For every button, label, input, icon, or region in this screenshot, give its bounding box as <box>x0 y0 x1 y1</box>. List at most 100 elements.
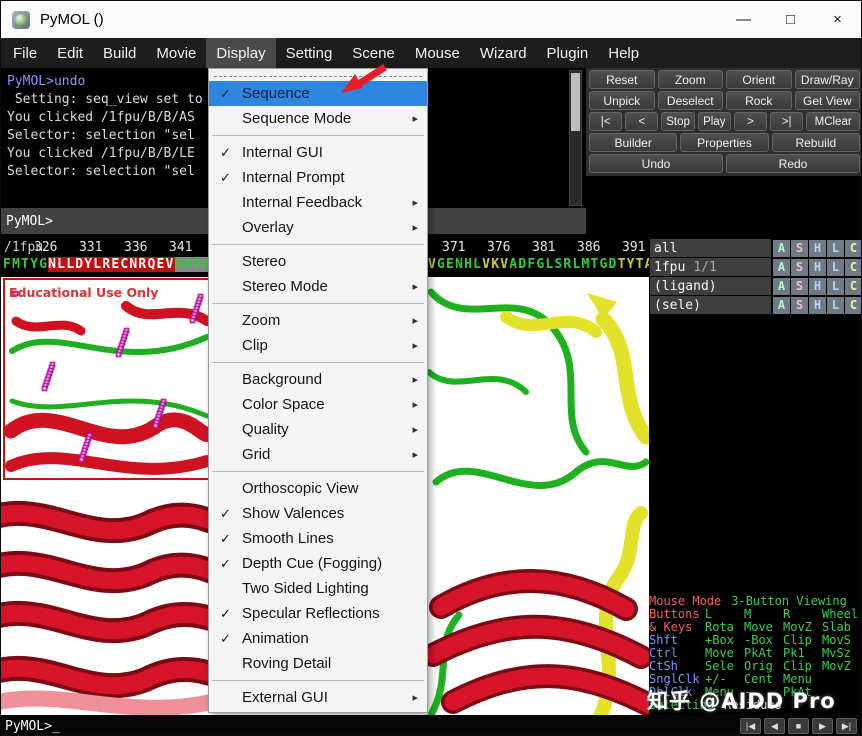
scrollbar-thumb[interactable] <box>571 73 580 131</box>
minimize-button[interactable]: — <box>720 1 767 38</box>
sequence-segment[interactable]: ADFGLSR <box>509 257 572 272</box>
object-name[interactable]: 1fpu1/1 <box>650 258 771 276</box>
play-button[interactable]: Play <box>698 112 731 131</box>
menu-item-internal-prompt[interactable]: ✓Internal Prompt <box>209 165 427 190</box>
menu-item-two-sided-lighting[interactable]: Two Sided Lighting <box>209 576 427 601</box>
draw-ray-button[interactable]: Draw/Ray <box>795 70 861 89</box>
vcr-prev-button[interactable]: ◀ <box>764 718 785 734</box>
h-menu-button[interactable]: H <box>809 240 826 257</box>
l-menu-button[interactable]: L <box>827 297 844 314</box>
c-menu-button[interactable]: C <box>845 240 862 257</box>
menu-item-sequence-mode[interactable]: Sequence Mode▸ <box>209 106 427 131</box>
builder-button[interactable]: Builder <box>589 133 677 152</box>
r2b5-button[interactable]: >| <box>770 112 803 131</box>
l-menu-button[interactable]: L <box>827 240 844 257</box>
menu-item-clip[interactable]: Clip▸ <box>209 333 427 358</box>
console-scrollbar[interactable] <box>569 70 582 206</box>
properties-button[interactable]: Properties <box>680 133 768 152</box>
c-menu-button[interactable]: C <box>845 278 862 295</box>
get-view-button[interactable]: Get View <box>795 91 861 110</box>
r2b4-button[interactable]: > <box>734 112 767 131</box>
rock-button[interactable]: Rock <box>726 91 792 110</box>
a-menu-button[interactable]: A <box>773 259 790 276</box>
zoom-button[interactable]: Zoom <box>658 70 724 89</box>
menu-item-overlay[interactable]: Overlay▸ <box>209 215 427 240</box>
unpick-button[interactable]: Unpick <box>589 91 655 110</box>
menu-file[interactable]: File <box>3 38 47 68</box>
menu-setting[interactable]: Setting <box>276 38 343 68</box>
r2b1-button[interactable]: < <box>625 112 658 131</box>
menu-item-depth-cue-fogging[interactable]: ✓Depth Cue (Fogging) <box>209 551 427 576</box>
sequence-segment[interactable]: VKV <box>482 257 509 272</box>
menu-scene[interactable]: Scene <box>342 38 405 68</box>
orient-button[interactable]: Orient <box>726 70 792 89</box>
menu-mouse[interactable]: Mouse <box>405 38 470 68</box>
vcr-stop-button[interactable]: ■ <box>788 718 809 734</box>
close-button[interactable]: × <box>814 1 861 38</box>
vcr-first-button[interactable]: |◀ <box>740 718 761 734</box>
menu-item-animation[interactable]: ✓Animation <box>209 626 427 651</box>
rebuild-button[interactable]: Rebuild <box>772 133 860 152</box>
sequence-segment[interactable]: NLLDYLREC <box>48 257 129 272</box>
stop-button[interactable]: Stop <box>661 112 694 131</box>
r2b0-button[interactable]: |< <box>589 112 622 131</box>
menu-item-orthoscopic-view[interactable]: Orthoscopic View <box>209 476 427 501</box>
undo-button[interactable]: Undo <box>589 154 723 173</box>
a-menu-button[interactable]: A <box>773 297 790 314</box>
sequence-segment[interactable]: FMTYG <box>3 257 48 272</box>
a-menu-button[interactable]: A <box>773 240 790 257</box>
h-menu-button[interactable]: H <box>809 297 826 314</box>
menu-wizard[interactable]: Wizard <box>470 38 537 68</box>
menu-item-stereo[interactable]: Stereo <box>209 249 427 274</box>
mclear-button[interactable]: MClear <box>806 112 860 131</box>
sequence-segment[interactable]: LMTGD <box>572 257 617 272</box>
menu-item-external-gui[interactable]: External GUI▸ <box>209 685 427 710</box>
s-menu-button[interactable]: S <box>791 297 808 314</box>
menu-item-show-valences[interactable]: ✓Show Valences <box>209 501 427 526</box>
menu-item-quality[interactable]: Quality▸ <box>209 417 427 442</box>
menu-item-smooth-lines[interactable]: ✓Smooth Lines <box>209 526 427 551</box>
menu-build[interactable]: Build <box>93 38 146 68</box>
sequence-segment[interactable]: V <box>428 257 437 272</box>
object-name[interactable]: (ligand) <box>650 277 771 295</box>
menu-item-internal-gui[interactable]: ✓Internal GUI <box>209 140 427 165</box>
bottom-command-prompt[interactable]: PyMOL>_ <box>5 719 60 734</box>
h-menu-button[interactable]: H <box>809 259 826 276</box>
menu-tearoff[interactable] <box>214 76 422 77</box>
reset-button[interactable]: Reset <box>589 70 655 89</box>
sequence-segment[interactable]: TYTA <box>618 257 649 272</box>
menu-movie[interactable]: Movie <box>146 38 206 68</box>
menu-item-grid[interactable]: Grid▸ <box>209 442 427 467</box>
vcr-last-button[interactable]: ▶| <box>836 718 857 734</box>
s-menu-button[interactable]: S <box>791 240 808 257</box>
object-name[interactable]: all <box>650 239 771 257</box>
object-name[interactable]: (sele) <box>650 296 771 314</box>
sequence-segment[interactable]: NRQEV <box>129 257 174 272</box>
a-menu-button[interactable]: A <box>773 278 790 295</box>
sequence-segment[interactable]: SAVV <box>175 257 211 272</box>
menu-item-zoom[interactable]: Zoom▸ <box>209 308 427 333</box>
s-menu-button[interactable]: S <box>791 259 808 276</box>
deselect-button[interactable]: Deselect <box>658 91 724 110</box>
sequence-segment[interactable]: GENHL <box>437 257 482 272</box>
menu-item-internal-feedback[interactable]: Internal Feedback▸ <box>209 190 427 215</box>
c-menu-button[interactable]: C <box>845 259 862 276</box>
vcr-next-button[interactable]: ▶ <box>812 718 833 734</box>
menu-display[interactable]: Display <box>206 38 275 68</box>
h-menu-button[interactable]: H <box>809 278 826 295</box>
menu-item-stereo-mode[interactable]: Stereo Mode▸ <box>209 274 427 299</box>
menu-item-specular-reflections[interactable]: ✓Specular Reflections <box>209 601 427 626</box>
redo-button[interactable]: Redo <box>726 154 860 173</box>
l-menu-button[interactable]: L <box>827 259 844 276</box>
c-menu-button[interactable]: C <box>845 297 862 314</box>
menu-item-color-space[interactable]: Color Space▸ <box>209 392 427 417</box>
menu-help[interactable]: Help <box>598 38 649 68</box>
maximize-button[interactable]: □ <box>767 1 814 38</box>
menu-item-sequence[interactable]: ✓Sequence <box>209 81 427 106</box>
s-menu-button[interactable]: S <box>791 278 808 295</box>
menu-edit[interactable]: Edit <box>47 38 93 68</box>
menu-item-roving-detail[interactable]: Roving Detail <box>209 651 427 676</box>
menu-item-background[interactable]: Background▸ <box>209 367 427 392</box>
menu-plugin[interactable]: Plugin <box>537 38 599 68</box>
l-menu-button[interactable]: L <box>827 278 844 295</box>
